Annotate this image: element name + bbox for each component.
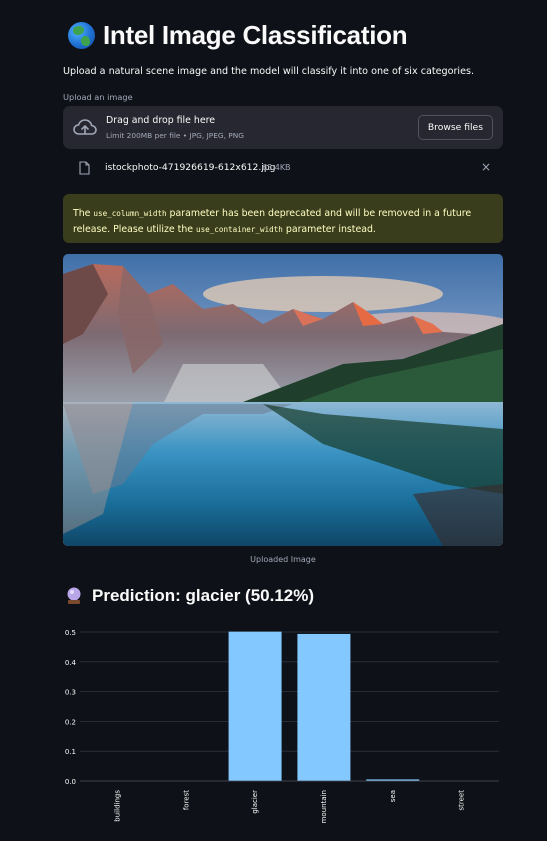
y-tick-label: 0.2 xyxy=(65,718,76,726)
globe-icon xyxy=(68,22,95,49)
browse-files-button[interactable]: Browse files xyxy=(417,115,493,140)
y-tick-label: 0.5 xyxy=(65,629,76,637)
page-title: Intel Image Classification xyxy=(103,20,408,50)
x-tick-label: sea xyxy=(389,790,397,802)
x-tick-label: glacier xyxy=(251,790,259,814)
prediction-title: Prediction: glacier (50.12%) xyxy=(92,586,315,605)
prediction-bar-chart: 0.0 0.1 0.2 0.3 0.4 0.5 buildings forest glacier… xyxy=(65,629,499,823)
y-tick-label: 0.1 xyxy=(65,748,76,756)
page-subtitle: Upload a natural scene image and the mod… xyxy=(63,66,475,77)
warning-text-3: parameter instead. xyxy=(282,224,376,235)
x-tick-label: mountain xyxy=(320,790,328,823)
file-dropzone[interactable]: Drag and drop file here Limit 200MB per … xyxy=(63,106,503,149)
x-tick-label: street xyxy=(458,790,466,811)
deprecation-warning: The use_column_width parameter has been … xyxy=(63,194,503,243)
file-name: istockphoto-471926619-612x612.jpg xyxy=(105,162,276,173)
uploader-label: Upload an image xyxy=(63,92,133,102)
warning-code-2: use_container_width xyxy=(196,225,283,234)
bar-mountain xyxy=(297,633,351,781)
uploaded-image xyxy=(63,254,503,546)
image-caption: Uploaded Image xyxy=(250,555,316,564)
prediction-chart: 0.0 0.1 0.2 0.3 0.4 0.5 buildings forest glacier… xyxy=(63,620,503,835)
x-tick-label: forest xyxy=(182,790,190,810)
remove-file-button[interactable]: × xyxy=(481,160,491,174)
x-tick-label: buildings xyxy=(113,790,121,822)
file-icon xyxy=(79,161,90,175)
dropzone-instructions: Drag and drop file here xyxy=(106,115,216,126)
cloud-upload-icon xyxy=(73,119,97,135)
landscape-image xyxy=(63,254,503,546)
warning-text-1: The xyxy=(73,208,94,219)
dropzone-limit: Limit 200MB per file • JPG, JPEG, PNG xyxy=(106,131,245,140)
warning-code-1: use_column_width xyxy=(93,209,167,218)
bar-glacier xyxy=(228,631,282,781)
uploaded-file: istockphoto-471926619-612x612.jpg 63.4KB… xyxy=(63,158,503,178)
prediction-header: Prediction: glacier (50.12%) xyxy=(66,586,314,606)
crystal-ball-icon xyxy=(67,587,81,604)
y-tick-label: 0.0 xyxy=(65,778,76,786)
file-size: 63.4KB xyxy=(262,163,291,172)
y-tick-label: 0.3 xyxy=(65,689,76,697)
header: Intel Image Classification xyxy=(68,20,408,51)
y-tick-label: 0.4 xyxy=(65,659,77,667)
